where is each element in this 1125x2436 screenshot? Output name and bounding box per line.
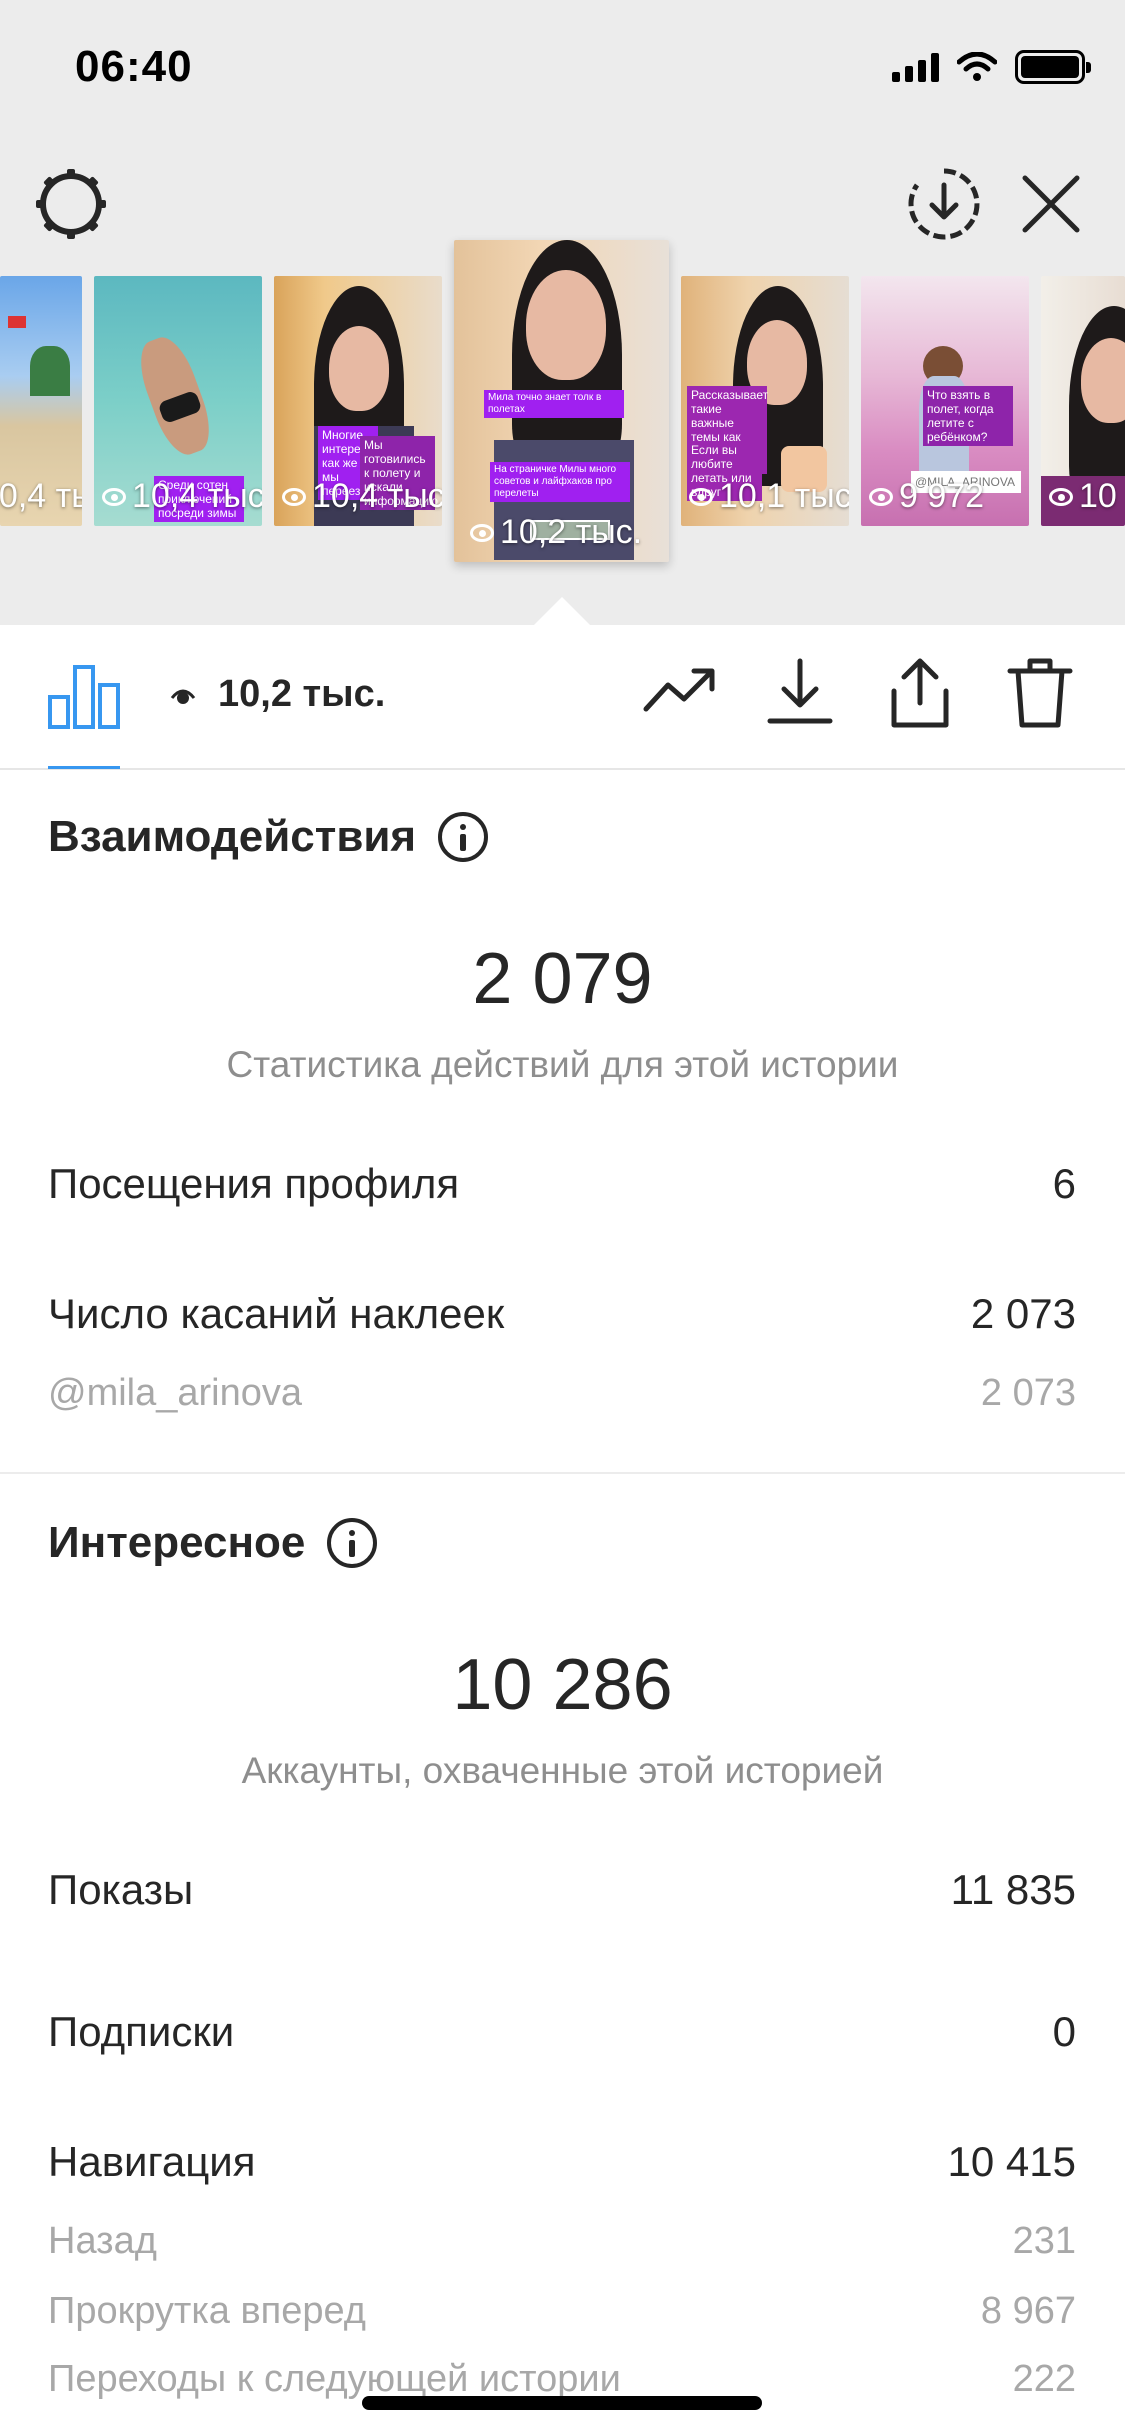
stat-row-navigation: Навигация 10 415 — [48, 2138, 1076, 2186]
section-divider — [0, 1472, 1125, 1474]
eye-icon — [170, 689, 196, 704]
interactions-total: 2 079 — [472, 939, 653, 1019]
active-tab-indicator — [48, 766, 120, 769]
story-action-bar: 10,2 тыс. — [0, 625, 1125, 770]
close-icon[interactable] — [1015, 168, 1087, 240]
stat-sublabel: Прокрутка вперед — [48, 2290, 366, 2332]
stat-subrow-forward: Прокрутка вперед 8 967 — [48, 2290, 1076, 2333]
stat-value: 6 — [1052, 1160, 1076, 1207]
stat-sublabel: Назад — [48, 2220, 157, 2262]
stat-subvalue: 222 — [1012, 2358, 1076, 2400]
story-view-count: 10,4 тыс. — [282, 477, 442, 516]
save-story-icon[interactable] — [905, 165, 983, 243]
story-views-summary: 10,2 тыс. — [170, 673, 385, 716]
status-icons — [892, 50, 1091, 84]
wifi-icon — [957, 52, 997, 81]
insights-bar-chart-icon[interactable] — [44, 653, 124, 733]
story-thumbnail[interactable]: Что взять в полет, когда летите с ребёнк… — [861, 276, 1029, 526]
stat-subvalue: 2 073 — [980, 1372, 1076, 1414]
selected-story-pointer — [532, 597, 592, 627]
stat-label: Навигация — [48, 2138, 256, 2185]
stat-sublabel: @mila_arinova — [48, 1372, 303, 1414]
settings-gear-icon[interactable] — [32, 165, 110, 243]
interactions-caption: Статистика действий для этой истории — [226, 1044, 899, 1085]
stat-label: Посещения профиля — [48, 1160, 460, 1207]
stat-label: Число касаний наклеек — [48, 1290, 505, 1337]
stat-sublabel: Переходы к следующей истории — [48, 2358, 621, 2400]
stat-row-sticker-taps: Число касаний наклеек 2 073 — [48, 1290, 1076, 1338]
stat-value: 0 — [1052, 2008, 1076, 2055]
story-view-count: 10 — [1049, 477, 1117, 516]
discovery-header: Интересное — [48, 1518, 378, 1568]
discovery-title: Интересное — [48, 1518, 306, 1567]
interactions-header: Взаимодействия — [48, 812, 489, 862]
story-view-count: 10,2 тыс. — [470, 513, 642, 552]
interactions-title: Взаимодействия — [48, 812, 417, 861]
views-count: 10,2 тыс. — [218, 673, 386, 715]
stat-subrow-mention: @mila_arinova 2 073 — [48, 1372, 1076, 1415]
story-thumbnail[interactable]: 10 — [1041, 276, 1125, 526]
stat-value: 10 415 — [947, 2138, 1076, 2185]
story-thumbnail-selected[interactable]: Мила точно знает толк в полетах На стран… — [454, 240, 669, 562]
story-thumbnail[interactable]: Рассказывает такие важные темы как справ… — [681, 276, 849, 526]
stat-row-impressions: Показы 11 835 — [48, 1866, 1076, 1914]
story-thumbnail[interactable]: Многие интересуются как же мы переезжаем… — [274, 276, 442, 526]
download-icon[interactable] — [760, 653, 840, 733]
stat-row-follows: Подписки 0 — [48, 2008, 1076, 2056]
delete-trash-icon[interactable] — [1000, 653, 1080, 733]
stat-label: Показы — [48, 1866, 194, 1913]
status-time: 06:40 — [75, 42, 193, 91]
share-icon[interactable] — [880, 653, 960, 733]
stat-value: 11 835 — [950, 1866, 1076, 1913]
story-thumbnails: 10,4 тыс. Среди сотен приключений посред… — [0, 240, 1125, 580]
cellular-signal-icon — [892, 52, 939, 82]
story-thumbnail[interactable]: 10,4 тыс. — [0, 276, 82, 526]
discovery-caption: Аккаунты, охваченные этой историей — [241, 1750, 884, 1791]
story-view-count: 10,4 тыс. — [102, 477, 262, 516]
story-view-count: 10,1 тыс. — [689, 477, 849, 516]
discovery-total: 10 286 — [452, 1645, 673, 1725]
info-icon[interactable] — [327, 1518, 378, 1568]
story-thumbnail[interactable]: Среди сотен приключений посреди зимы 10,… — [94, 276, 262, 526]
stat-subvalue: 8 967 — [980, 2290, 1076, 2332]
stat-row-profile-visits: Посещения профиля 6 — [48, 1160, 1076, 1208]
home-indicator[interactable] — [362, 2396, 762, 2410]
battery-icon — [1015, 50, 1091, 84]
stat-subvalue: 231 — [1012, 2220, 1076, 2262]
story-view-count: 9 972 — [869, 477, 984, 516]
info-icon[interactable] — [438, 812, 489, 862]
story-view-count: 10,4 тыс. — [0, 477, 82, 515]
stat-label: Подписки — [48, 2008, 235, 2055]
stat-subrow-back: Назад 231 — [48, 2220, 1076, 2263]
stat-value: 2 073 — [970, 1290, 1076, 1337]
stat-subrow-next-story: Переходы к следующей истории 222 — [48, 2358, 1076, 2401]
promote-trend-icon[interactable] — [640, 653, 720, 733]
